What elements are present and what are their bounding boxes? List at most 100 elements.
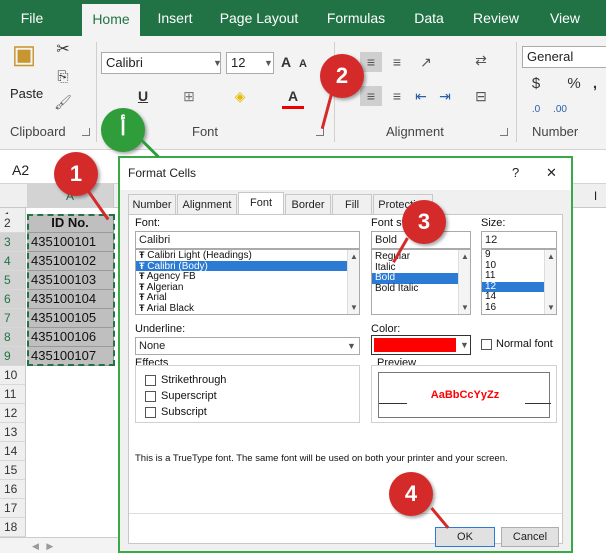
row-header[interactable]: 7 — [0, 309, 26, 328]
chevron-down-icon[interactable]: ▼ — [264, 58, 273, 68]
chevron-down-icon[interactable]: ▼ — [347, 341, 356, 351]
row-header[interactable]: 5 — [0, 271, 26, 290]
chevron-down-icon[interactable]: ▼ — [213, 58, 222, 68]
paste-icon[interactable]: ▣ — [10, 41, 38, 74]
font-input[interactable]: Calibri — [135, 231, 360, 249]
increase-decimal-icon[interactable]: .0 — [526, 100, 546, 120]
row-header[interactable]: 10 — [0, 366, 26, 385]
tab-fill[interactable]: Fill — [332, 194, 372, 214]
table-cell[interactable]: 435100107 — [27, 347, 114, 366]
table-cell[interactable]: 435100101 — [27, 233, 114, 252]
help-button[interactable]: ? — [512, 158, 519, 188]
font-list-scrollbar[interactable]: ▲ ▼ — [347, 250, 359, 314]
tab-alignment[interactable]: Alignment — [177, 194, 237, 214]
tab-insert[interactable]: Insert — [150, 0, 200, 36]
tab-home[interactable]: Home — [82, 4, 140, 36]
align-bottom-icon[interactable]: ≡ — [386, 52, 408, 72]
font-style-list[interactable]: Regular Italic Bold Bold Italic ▲ ▼ — [371, 249, 471, 315]
row-header[interactable]: 15 — [0, 461, 26, 480]
style-list-scrollbar[interactable]: ▲ ▼ — [458, 250, 470, 314]
close-icon[interactable]: ✕ — [546, 158, 557, 188]
align-center-icon[interactable]: ≡ — [360, 86, 382, 106]
color-select[interactable] — [371, 335, 471, 355]
chevron-down-icon[interactable]: ▼ — [460, 340, 469, 350]
tab-view[interactable]: View — [543, 0, 587, 36]
row-header[interactable]: 8 — [0, 328, 26, 347]
tab-data[interactable]: Data — [408, 0, 450, 36]
decrease-decimal-icon[interactable]: .00 — [550, 100, 570, 120]
alignment-launcher-icon[interactable] — [500, 128, 508, 136]
borders-icon[interactable]: ⊞ — [178, 86, 200, 106]
normal-font-checkbox[interactable] — [481, 339, 492, 350]
fill-color-icon[interactable]: ◈ — [228, 86, 252, 106]
merge-center-icon[interactable]: ⊟ — [470, 86, 492, 106]
row-header[interactable]: 13 — [0, 423, 26, 442]
list-item[interactable]: Ŧ Arial — [136, 292, 359, 303]
shrink-font-icon[interactable]: A — [296, 54, 310, 74]
sheet-scroll-bar[interactable]: ◀ ▶ — [0, 537, 118, 553]
size-input[interactable]: 12 — [481, 231, 557, 249]
table-cell[interactable]: 435100104 — [27, 290, 114, 309]
list-item[interactable]: Ŧ Agency FB — [136, 271, 359, 282]
list-item[interactable]: Bold Italic — [372, 283, 470, 295]
superscript-checkbox[interactable] — [145, 391, 156, 402]
align-middle-icon[interactable]: ≡ — [360, 52, 382, 72]
tab-font[interactable]: Font — [238, 192, 284, 215]
row-header[interactable]: 9 — [0, 347, 26, 366]
name-box[interactable]: A2 — [12, 162, 29, 178]
font-name-box[interactable]: Calibri — [101, 52, 221, 74]
align-right-icon[interactable]: ≡ — [386, 86, 408, 106]
list-item[interactable]: Ŧ Calibri Light (Headings) — [136, 250, 359, 261]
percent-button[interactable]: % — [566, 74, 582, 94]
currency-button[interactable]: $ — [528, 74, 544, 94]
tab-number[interactable]: Number — [128, 194, 176, 214]
column-header-i[interactable]: I — [585, 184, 606, 208]
size-list[interactable]: 9 10 11 12 14 16 ▲ ▼ — [481, 249, 557, 315]
row-header[interactable]: 18 — [0, 518, 26, 537]
cut-icon[interactable]: ✂ — [52, 40, 74, 60]
row-header[interactable]: 14 — [0, 442, 26, 461]
wrap-text-icon[interactable]: ⇄ — [470, 50, 492, 70]
list-item[interactable]: Ŧ Calibri (Body) — [136, 260, 359, 271]
tab-page-layout[interactable]: Page Layout — [215, 0, 303, 36]
cancel-button[interactable]: Cancel — [501, 527, 559, 547]
list-item[interactable]: Ŧ Algerian — [136, 282, 359, 293]
row-header[interactable]: 6 — [0, 290, 26, 309]
table-cell[interactable]: 435100106 — [27, 328, 114, 347]
list-item[interactable]: Ŧ Arial Black — [136, 303, 359, 314]
tab-review[interactable]: Review — [468, 0, 524, 36]
font-list[interactable]: Ŧ Calibri Light (Headings) Ŧ Calibri (Bo… — [135, 249, 360, 315]
decrease-indent-icon[interactable]: ⇤ — [410, 86, 432, 106]
table-cell[interactable]: 435100102 — [27, 252, 114, 271]
row-header[interactable]: 4 — [0, 252, 26, 271]
clipboard-launcher-icon[interactable] — [82, 128, 90, 136]
subscript-checkbox[interactable] — [145, 407, 156, 418]
row-header[interactable]: 17 — [0, 499, 26, 518]
ok-button[interactable]: OK — [435, 527, 495, 547]
row-header[interactable]: 2 — [0, 214, 26, 233]
orientation-icon[interactable]: ↗ — [412, 52, 440, 72]
strikethrough-checkbox[interactable] — [145, 375, 156, 386]
tab-border[interactable]: Border — [285, 194, 331, 214]
cell-a2-header[interactable]: ID No. — [27, 214, 114, 233]
table-cell[interactable]: 435100103 — [27, 271, 114, 290]
number-format-box[interactable]: General — [522, 46, 606, 68]
table-cell[interactable]: 435100105 — [27, 309, 114, 328]
row-header[interactable]: 12 — [0, 404, 26, 423]
paste-button[interactable]: Paste — [10, 86, 43, 101]
row-header[interactable]: 16 — [0, 480, 26, 499]
font-color-icon[interactable]: A — [282, 86, 304, 109]
list-item[interactable]: Regular — [372, 251, 470, 263]
tab-file[interactable]: File — [10, 0, 54, 36]
grow-font-icon[interactable]: A — [278, 52, 294, 72]
tab-formulas[interactable]: Formulas — [320, 0, 392, 36]
row-header[interactable]: 11 — [0, 385, 26, 404]
format-painter-icon[interactable]: 🖌 — [52, 92, 74, 112]
comma-button[interactable]: , — [590, 74, 600, 94]
copy-icon[interactable]: ⎘ — [52, 66, 74, 86]
size-list-scrollbar[interactable]: ▲ ▼ — [544, 250, 556, 314]
increase-indent-icon[interactable]: ⇥ — [434, 86, 456, 106]
row-header[interactable]: 3 — [0, 233, 26, 252]
underline-select[interactable]: None — [135, 337, 360, 355]
underline-button[interactable]: U — [134, 86, 152, 106]
